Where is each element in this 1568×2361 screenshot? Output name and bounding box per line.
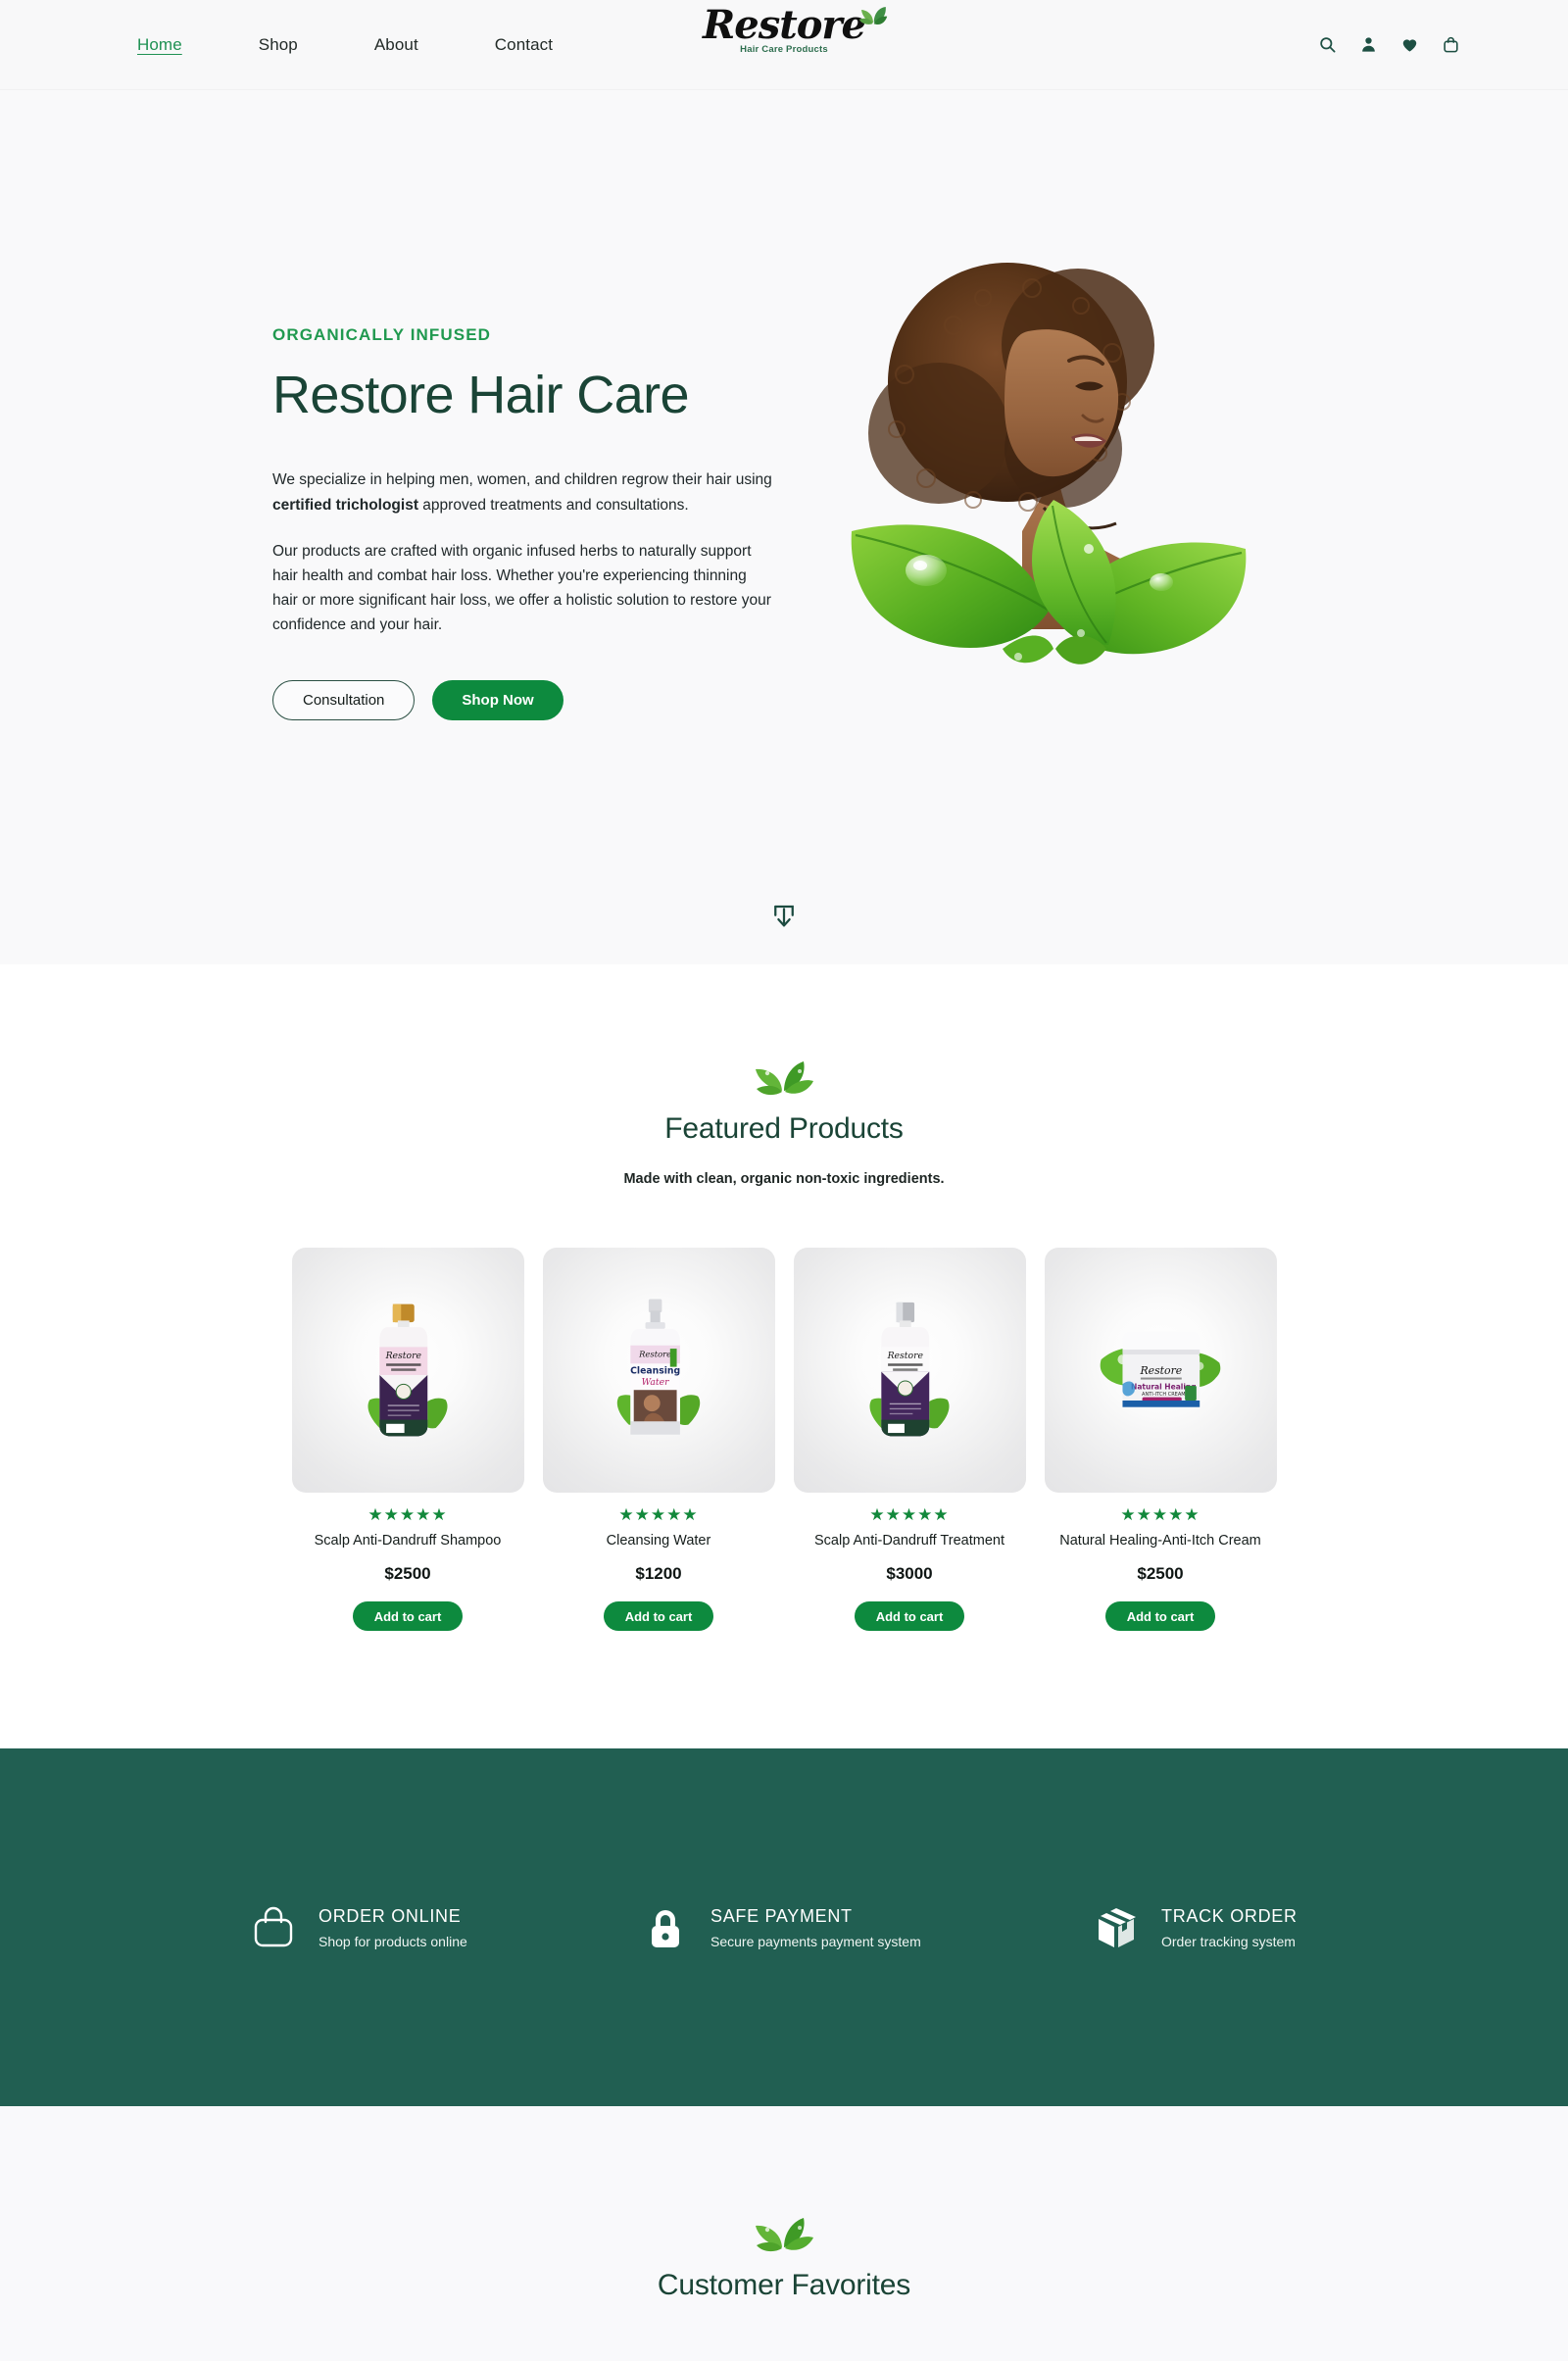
service-safe-payment: SAFE PAYMENT Secure payments payment sys… <box>642 1904 1093 1951</box>
service-text: SAFE PAYMENT Secure payments payment sys… <box>710 1906 921 1949</box>
featured-subtitle: Made with clean, organic non-toxic ingre… <box>623 1171 945 1187</box>
product-price: $2500 <box>1137 1564 1184 1583</box>
hero-section: ORGANICALLY INFUSED Restore Hair Care We… <box>0 90 1568 964</box>
consultation-button[interactable]: Consultation <box>272 680 416 721</box>
product-card: Restore Natural Healing ANTI-ITCH CREAM … <box>1044 1248 1277 1631</box>
product-rating-stars: ★★★★★ <box>368 1505 448 1524</box>
svg-text:Water: Water <box>642 1377 669 1388</box>
svg-text:ANTI-ITCH CREAM: ANTI-ITCH CREAM <box>1142 1392 1186 1398</box>
add-to-cart-button[interactable]: Add to cart <box>1104 1601 1216 1631</box>
shopping-bag-icon[interactable] <box>1442 35 1460 54</box>
hero-content: ORGANICALLY INFUSED Restore Hair Care We… <box>0 90 1568 721</box>
add-to-cart-button[interactable]: Add to cart <box>854 1601 965 1631</box>
add-to-cart-button[interactable]: Add to cart <box>603 1601 714 1631</box>
featured-products-section: Featured Products Made with clean, organ… <box>0 964 1568 1748</box>
svg-text:Cleansing: Cleansing <box>630 1365 680 1376</box>
service-title: ORDER ONLINE <box>318 1905 462 1926</box>
logo-wordmark: Restore <box>703 2 866 48</box>
hero-actions: Consultation Shop Now <box>272 680 777 721</box>
shopping-bag-icon <box>254 1906 293 1946</box>
featured-title: Featured Products <box>664 1112 904 1145</box>
hero-woman-with-leaves-illustration <box>851 263 1247 664</box>
hero-eyebrow: ORGANICALLY INFUSED <box>272 325 492 344</box>
product-name: Scalp Anti-Dandruff Shampoo <box>314 1533 502 1549</box>
product-name: Scalp Anti-Dandruff Treatment <box>814 1533 1004 1549</box>
scroll-down-icon[interactable] <box>769 902 799 931</box>
product-card: Restore Cleansing Water ★★★★★ Cleansing … <box>542 1248 775 1631</box>
product-image-cleansing-water[interactable]: Restore Cleansing Water <box>542 1248 775 1493</box>
service-subtitle: Secure payments payment system <box>710 1933 921 1949</box>
svg-text:Restore: Restore <box>385 1351 422 1361</box>
leaf-sprig-icon <box>756 1061 813 1096</box>
nav-item-about[interactable]: About <box>374 35 418 55</box>
product-rating-stars: ★★★★★ <box>618 1505 699 1524</box>
nav-item-contact[interactable]: Contact <box>495 35 553 55</box>
product-rating-stars: ★★★★★ <box>869 1505 950 1524</box>
customer-favorites-title: Customer Favorites <box>657 2269 911 2301</box>
search-icon[interactable] <box>1318 35 1337 54</box>
product-cream-jar-illustration: Restore Natural Healing ANTI-ITCH CREAM <box>1100 1331 1221 1407</box>
featured-header: Featured Products Made with clean, organ… <box>0 1058 1568 1187</box>
product-bottle-illustration: Restore <box>368 1303 448 1437</box>
product-name: Cleansing Water <box>606 1533 711 1549</box>
services-band: ORDER ONLINE Shop for products online SA… <box>0 1748 1568 2106</box>
nav-item-shop[interactable]: Shop <box>259 35 298 55</box>
svg-text:Restore: Restore <box>1139 1364 1182 1377</box>
service-text: TRACK ORDER Order tracking system <box>1161 1906 1298 1949</box>
product-image-shampoo[interactable]: Restore <box>291 1248 524 1493</box>
product-image-cream-jar[interactable]: Restore Natural Healing ANTI-ITCH CREAM <box>1044 1248 1277 1493</box>
leaf-sprig-icon <box>756 2218 813 2252</box>
hero-paragraph-1-part-a: We specialize in helping men, women, and… <box>272 471 772 489</box>
product-card: Restore ★★★★★ Scalp Anti-Dandruff Shampo… <box>291 1248 524 1631</box>
service-order-online: ORDER ONLINE Shop for products online <box>250 1904 642 1951</box>
hero-paragraph-1-emphasis: certified trichologist <box>272 496 418 514</box>
customer-favorites-section: Customer Favorites <box>0 2106 1568 2361</box>
header-icon-group <box>1318 35 1460 54</box>
page-root: Home Shop About Contact Restore Hair Car… <box>0 0 1568 2361</box>
product-treatment-bottle-illustration: Restore <box>869 1302 950 1437</box>
product-name: Natural Healing-Anti-Itch Cream <box>1059 1533 1261 1549</box>
product-grid: Restore ★★★★★ Scalp Anti-Dandruff Shampo… <box>0 1248 1568 1631</box>
add-to-cart-button[interactable]: Add to cart <box>352 1601 464 1631</box>
hero-title: Restore Hair Care <box>272 366 690 424</box>
hero-paragraph-2: Our products are crafted with organic in… <box>272 542 771 633</box>
hero-copy: ORGANICALLY INFUSED Restore Hair Care We… <box>272 267 777 721</box>
nav-item-home[interactable]: Home <box>137 35 182 55</box>
product-price: $1200 <box>635 1564 682 1583</box>
svg-text:Restore: Restore <box>638 1350 671 1359</box>
hero-paragraph-1-part-c: approved treatments and consultations. <box>418 496 689 514</box>
wishlist-heart-icon[interactable] <box>1400 35 1419 54</box>
lock-icon <box>652 1909 679 1947</box>
hero-image <box>836 237 1257 708</box>
service-text: ORDER ONLINE Shop for products online <box>318 1906 467 1949</box>
hero-paragraph-1: We specialize in helping men, women, and… <box>272 467 774 516</box>
product-price: $3000 <box>886 1564 933 1583</box>
product-spray-bottle-illustration: Restore Cleansing Water <box>616 1299 701 1435</box>
site-logo[interactable]: Restore Hair Care Products <box>686 2 888 55</box>
package-box-icon <box>1099 1907 1136 1947</box>
account-icon[interactable] <box>1359 35 1378 54</box>
product-image-treatment[interactable]: Restore <box>793 1248 1026 1493</box>
site-header: Home Shop About Contact Restore Hair Car… <box>0 0 1568 90</box>
product-rating-stars: ★★★★★ <box>1120 1505 1200 1524</box>
main-navigation: Home Shop About Contact <box>137 35 629 55</box>
service-subtitle: Shop for products online <box>318 1933 467 1949</box>
service-title: TRACK ORDER <box>1161 1905 1298 1926</box>
product-price: $2500 <box>384 1564 431 1583</box>
service-subtitle: Order tracking system <box>1161 1933 1296 1949</box>
logo-leaf-icon <box>858 7 888 25</box>
service-track-order: TRACK ORDER Order tracking system <box>1093 1904 1298 1951</box>
service-title: SAFE PAYMENT <box>710 1905 853 1926</box>
shop-now-button[interactable]: Shop Now <box>432 680 564 721</box>
svg-text:Restore: Restore <box>887 1351 924 1361</box>
product-card: Restore ★★★★★ Scalp Anti-Dandruff Treatm… <box>793 1248 1026 1631</box>
